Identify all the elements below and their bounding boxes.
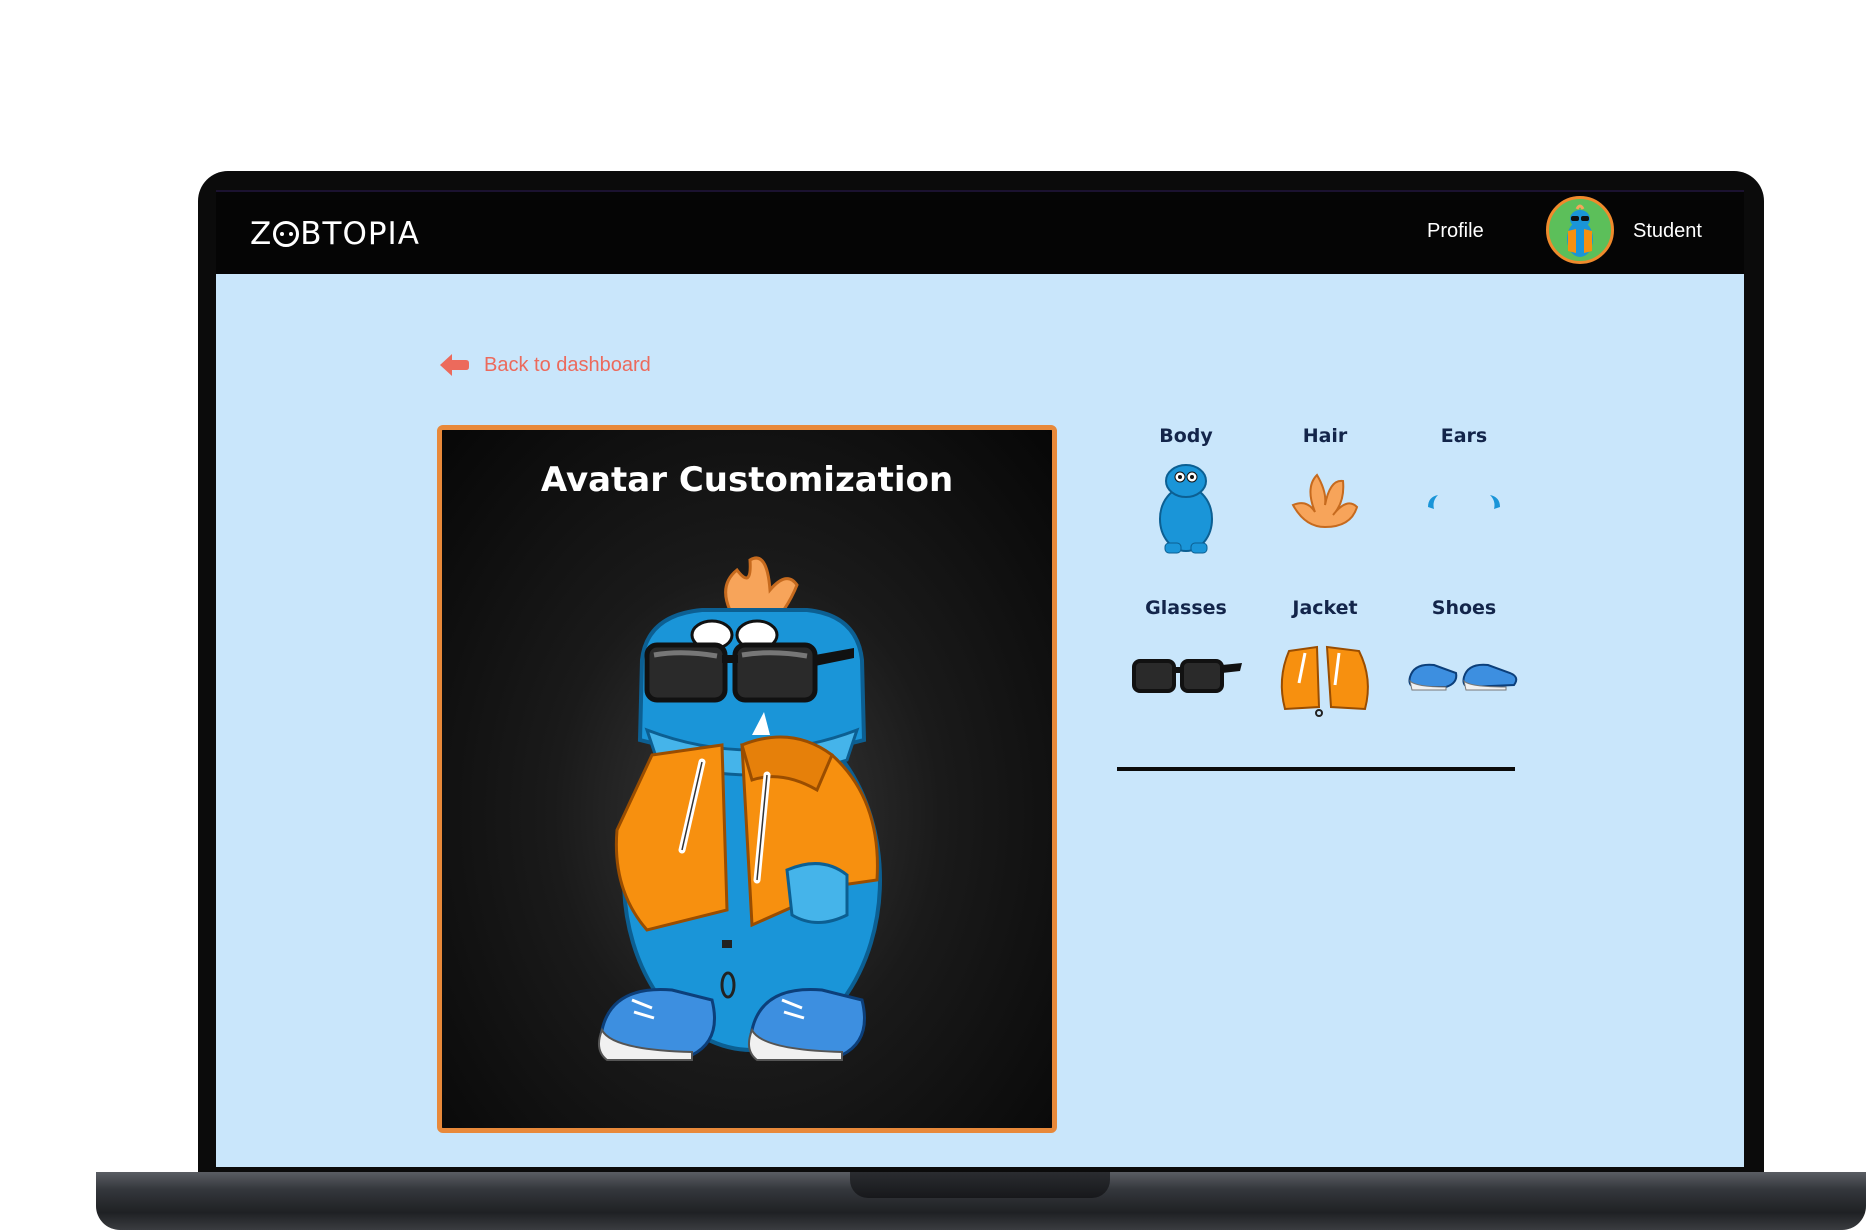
category-label: Jacket (1292, 597, 1358, 619)
back-link-label: Back to dashboard (484, 353, 651, 376)
category-ears[interactable]: Ears (1394, 425, 1534, 547)
category-label: Glasses (1145, 597, 1227, 619)
category-shoes[interactable]: Shoes (1394, 597, 1534, 719)
avatar-thumbnail-icon (1567, 204, 1593, 257)
back-to-dashboard-link[interactable]: Back to dashboard (438, 352, 651, 378)
profile-link[interactable]: Profile (1427, 220, 1484, 243)
logo-monster-icon (273, 221, 300, 247)
category-glasses[interactable]: Glasses (1116, 597, 1256, 719)
avatar-preview-panel: Avatar Customization (437, 425, 1057, 1133)
laptop-base (96, 1172, 1866, 1230)
logo-text-start: Z (250, 216, 273, 252)
zobtopia-logo[interactable]: Z BTOPIA (250, 216, 420, 252)
category-jacket[interactable]: Jacket (1255, 597, 1395, 719)
glasses-icon (1132, 659, 1242, 693)
jacket-icon (1280, 645, 1369, 717)
hair-icon (1291, 473, 1359, 529)
category-body[interactable]: Body (1116, 425, 1256, 557)
avatar-character-icon (597, 556, 882, 1061)
category-label: Shoes (1431, 597, 1497, 619)
categories-divider (1117, 767, 1515, 771)
logo-text-end: BTOPIA (300, 216, 420, 252)
app-screen: Z BTOPIA Profile Student Back to dashboar… (216, 190, 1744, 1167)
body-icon (1159, 464, 1213, 554)
laptop-notch (850, 1172, 1110, 1198)
shoes-icon (1408, 663, 1518, 691)
top-navbar: Z BTOPIA Profile Student (216, 190, 1744, 274)
back-arrow-icon (440, 354, 469, 376)
category-label: Ears (1440, 425, 1488, 447)
category-label: Hair (1302, 425, 1348, 447)
ears-icon (1428, 495, 1500, 509)
user-avatar[interactable] (1546, 196, 1614, 264)
category-hair[interactable]: Hair (1255, 425, 1395, 547)
category-label: Body (1159, 425, 1213, 447)
user-name: Student (1633, 220, 1702, 242)
preview-title: Avatar Customization (540, 460, 954, 500)
